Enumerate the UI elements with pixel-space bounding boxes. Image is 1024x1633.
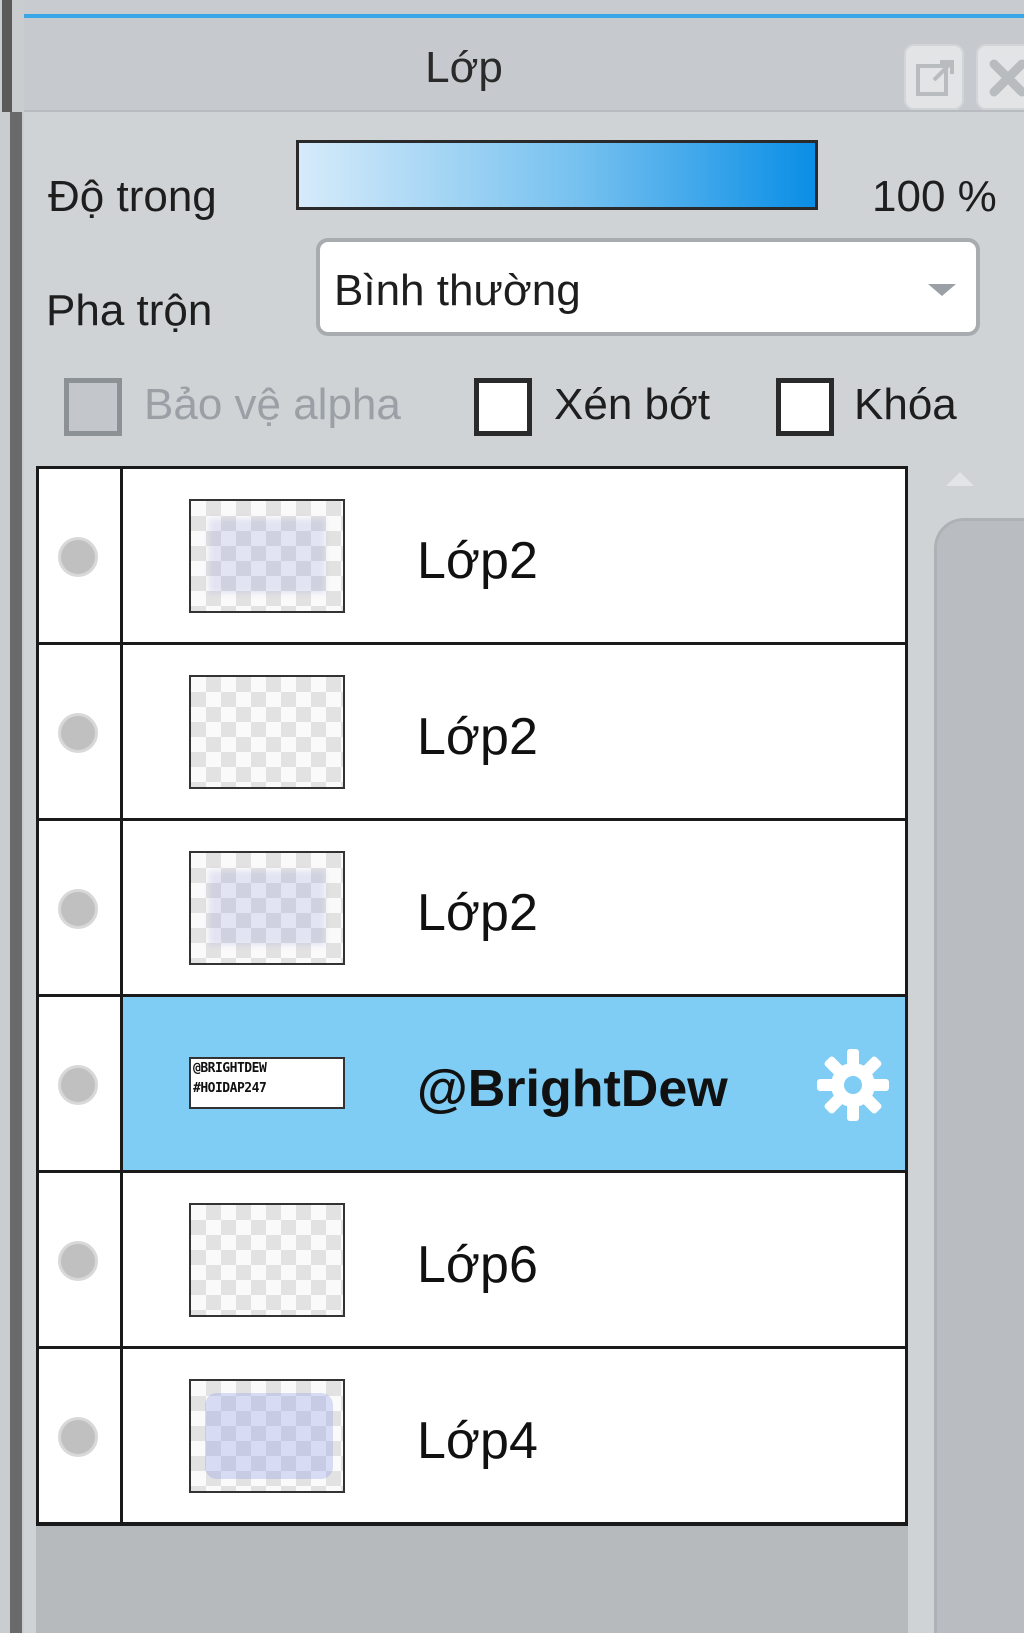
close-button[interactable] <box>976 44 1024 110</box>
gear-icon[interactable] <box>813 1045 893 1125</box>
splitter-line <box>10 112 22 1633</box>
visibility-dot-icon <box>58 1241 98 1281</box>
visibility-toggle[interactable] <box>39 1173 123 1346</box>
layer-row[interactable]: Lớp2 <box>39 821 905 997</box>
layer-row-selected[interactable]: @BRIGHTDEW #HOIDAP247 @BrightDew <box>39 997 905 1173</box>
layer-thumbnail <box>189 499 345 613</box>
blend-mode-label: Pha trộn <box>46 286 213 335</box>
layer-name: Lớp2 <box>417 884 538 942</box>
thumbnail-text-line: #HOIDAP247 <box>193 1081 267 1096</box>
close-icon <box>989 59 1024 97</box>
layer-row[interactable]: Lớp4 <box>39 1349 905 1525</box>
opacity-value: 100 % <box>872 172 997 221</box>
panel-title-bar: Lớp <box>24 18 1024 112</box>
layer-list: Lớp2 Lớp2 Lớp2 @BRIGHTDEW #HOIDAP247 @Br… <box>36 466 908 1526</box>
layer-name: Lớp2 <box>417 708 538 766</box>
layer-list-footer <box>36 1526 908 1633</box>
popout-icon <box>916 60 954 96</box>
chevron-down-icon <box>928 284 956 296</box>
lock-checkbox[interactable] <box>776 378 834 436</box>
layer-name: Lớp2 <box>417 532 538 590</box>
clipping-label: Xén bớt <box>554 380 711 429</box>
layer-thumbnail <box>189 1203 345 1317</box>
layer-name: Lớp4 <box>417 1412 538 1470</box>
layer-content[interactable]: Lớp2 <box>123 645 905 818</box>
layer-content[interactable]: Lớp2 <box>123 469 905 642</box>
layer-name: @BrightDew <box>417 1060 728 1118</box>
layer-thumbnail <box>189 851 345 965</box>
layer-row[interactable]: Lớp2 <box>39 645 905 821</box>
clipping-checkbox[interactable] <box>474 378 532 436</box>
layer-content[interactable]: Lớp6 <box>123 1173 905 1346</box>
visibility-dot-icon <box>58 537 98 577</box>
layer-content[interactable]: @BRIGHTDEW #HOIDAP247 @BrightDew <box>123 997 905 1170</box>
layer-content[interactable]: Lớp4 <box>123 1349 905 1522</box>
visibility-dot-icon <box>58 889 98 929</box>
lock-label: Khóa <box>854 380 957 429</box>
visibility-toggle[interactable] <box>39 821 123 994</box>
window-top-edge <box>0 0 1024 18</box>
layer-thumbnail: @BRIGHTDEW #HOIDAP247 <box>189 1057 345 1109</box>
opacity-label: Độ trong <box>48 172 217 221</box>
visibility-toggle[interactable] <box>39 645 123 818</box>
layer-thumbnail <box>189 675 345 789</box>
panel-title: Lớp <box>425 43 503 92</box>
protect-alpha-label: Bảo vệ alpha <box>144 380 401 429</box>
popout-button[interactable] <box>904 44 964 110</box>
blend-mode-select[interactable]: Bình thường <box>316 238 980 336</box>
layer-row[interactable]: Lớp2 <box>39 469 905 645</box>
protect-alpha-checkbox[interactable] <box>64 378 122 436</box>
scrollbar-thumb[interactable] <box>934 518 1024 1633</box>
visibility-dot-icon <box>58 1417 98 1457</box>
thumbnail-text-line: @BRIGHTDEW <box>193 1061 267 1076</box>
layer-name: Lớp6 <box>417 1236 538 1294</box>
layer-panel: Lớp Độ trong 100 % Pha trộn Bình thường … <box>24 18 1024 1633</box>
layer-content[interactable]: Lớp2 <box>123 821 905 994</box>
visibility-dot-icon <box>58 1065 98 1105</box>
visibility-toggle[interactable] <box>39 469 123 642</box>
visibility-toggle[interactable] <box>39 997 123 1170</box>
layer-scrollbar[interactable] <box>912 466 1024 1633</box>
scroll-up-arrow-icon[interactable] <box>946 472 974 486</box>
dock-splitter[interactable] <box>0 0 24 1633</box>
blend-mode-value: Bình thường <box>334 266 581 315</box>
splitter-handle[interactable] <box>2 0 12 112</box>
visibility-toggle[interactable] <box>39 1349 123 1522</box>
opacity-slider[interactable] <box>296 140 818 210</box>
visibility-dot-icon <box>58 713 98 753</box>
layer-row[interactable]: Lớp6 <box>39 1173 905 1349</box>
layer-thumbnail <box>189 1379 345 1493</box>
